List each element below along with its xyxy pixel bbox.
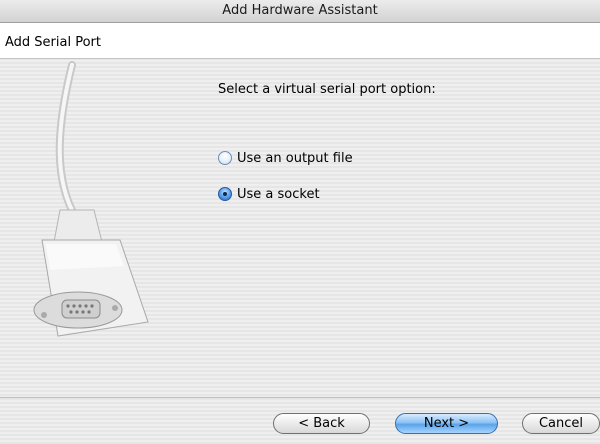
radio-option-output-file[interactable]: Use an output file	[218, 149, 353, 167]
next-button[interactable]: Next >	[395, 413, 498, 434]
radio-checked-icon[interactable]	[218, 187, 232, 201]
footer-separator	[0, 397, 600, 398]
radio-unchecked-icon[interactable]	[218, 151, 232, 165]
cancel-button[interactable]: Cancel	[522, 413, 600, 434]
option-prompt: Select a virtual serial port option:	[218, 82, 436, 97]
radio-label[interactable]: Use an output file	[237, 151, 353, 166]
radio-option-socket[interactable]: Use a socket	[218, 185, 320, 203]
back-button[interactable]: < Back	[273, 413, 370, 434]
window-title: Add Hardware Assistant	[222, 3, 378, 18]
page-title: Add Serial Port	[5, 35, 101, 50]
wizard-header: Add Serial Port	[0, 23, 600, 59]
window-titlebar[interactable]: Add Hardware Assistant	[0, 0, 600, 23]
serial-cable-icon	[33, 61, 149, 337]
radio-label[interactable]: Use a socket	[237, 187, 320, 202]
